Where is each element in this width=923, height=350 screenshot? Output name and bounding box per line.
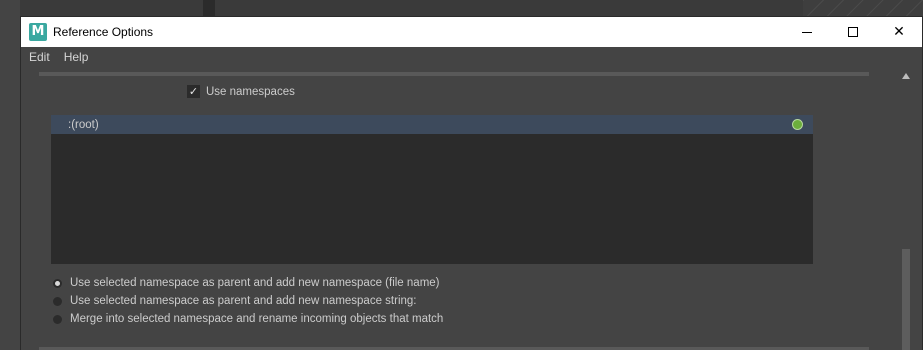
menu-help[interactable]: Help: [64, 50, 89, 64]
checkmark-icon: ✓: [188, 85, 199, 98]
menu-bar: Edit Help: [21, 47, 922, 67]
close-icon: ✕: [893, 24, 905, 40]
background-viewport-top: [0, 0, 923, 16]
namespace-option-group: Use selected namespace as parent and add…: [53, 274, 443, 328]
option-label: Merge into selected namespace and rename…: [70, 313, 444, 325]
use-namespaces-label: Use namespaces: [206, 85, 295, 98]
namespace-label: :(root): [68, 118, 99, 131]
option-label: Use selected namespace as parent and add…: [70, 295, 417, 307]
minimize-icon: [802, 31, 812, 33]
option-row-file-name[interactable]: Use selected namespace as parent and add…: [53, 274, 443, 292]
close-button[interactable]: ✕: [876, 17, 922, 47]
radio-merge[interactable]: [53, 314, 62, 324]
namespace-tree[interactable]: :(root): [51, 115, 813, 264]
reference-options-dialog: M Reference Options ✕ Edit Help ✓ Use na…: [20, 16, 923, 350]
namespace-row-root[interactable]: :(root): [51, 115, 813, 134]
maximize-icon: [848, 27, 858, 37]
window-title: Reference Options: [53, 25, 154, 39]
radio-file-name[interactable]: [53, 278, 62, 288]
use-namespaces-checkbox[interactable]: ✓: [187, 85, 200, 98]
status-dot-icon: [792, 119, 803, 130]
background-panel-strip: [203, 0, 215, 16]
background-viewport-left: [0, 0, 20, 350]
section-divider-top: [39, 72, 869, 76]
scrollbar-thumb[interactable]: [902, 249, 910, 350]
radio-namespace-string[interactable]: [53, 296, 62, 306]
menu-edit[interactable]: Edit: [29, 50, 50, 64]
title-bar[interactable]: M Reference Options ✕: [21, 17, 922, 47]
minimize-button[interactable]: [784, 17, 830, 47]
background-grid: [803, 0, 923, 16]
option-row-merge[interactable]: Merge into selected namespace and rename…: [53, 310, 443, 328]
use-namespaces-row[interactable]: ✓ Use namespaces: [187, 85, 295, 98]
option-row-namespace-string[interactable]: Use selected namespace as parent and add…: [53, 292, 443, 310]
vertical-scrollbar[interactable]: [900, 73, 912, 350]
maya-app-icon: M: [29, 23, 47, 41]
scroll-up-arrow-icon[interactable]: [902, 73, 910, 79]
maximize-button[interactable]: [830, 17, 876, 47]
option-label: Use selected namespace as parent and add…: [70, 277, 440, 289]
options-content: ✓ Use namespaces :(root) Use selected na…: [21, 67, 922, 350]
